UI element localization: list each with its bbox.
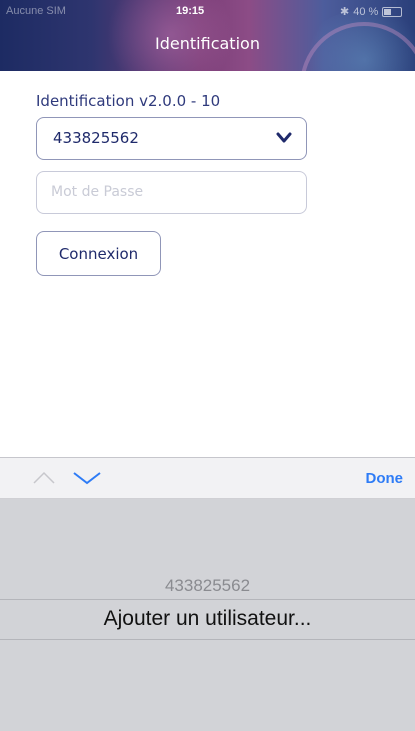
- login-button[interactable]: Connexion: [36, 231, 161, 276]
- picker-option-add-user[interactable]: Ajouter un utilisateur...: [0, 607, 415, 631]
- battery-icon: [382, 6, 403, 17]
- password-field[interactable]: Mot de Passe: [36, 171, 307, 214]
- picker-option-user[interactable]: 433825562: [0, 576, 415, 596]
- done-button[interactable]: Done: [366, 470, 404, 487]
- bluetooth-icon: ✱: [340, 6, 350, 18]
- page-title: Identification: [155, 34, 260, 53]
- picker-divider: [0, 599, 415, 600]
- header-bar: Aucune SIM 19:15 ✱ 40 % Identification: [0, 0, 415, 71]
- user-select[interactable]: 433825562: [36, 117, 307, 160]
- previous-field-icon[interactable]: [32, 470, 56, 486]
- carrier-label: Aucune SIM: [6, 5, 66, 17]
- next-field-icon[interactable]: [72, 470, 102, 486]
- user-select-value: 433825562: [53, 129, 139, 147]
- version-label: Identification v2.0.0 - 10: [36, 92, 221, 110]
- battery-percent: 40 %: [353, 5, 379, 18]
- keyboard-accessory-bar: Done: [0, 457, 415, 499]
- chevron-down-icon: [276, 132, 292, 143]
- status-time: 19:15: [176, 5, 205, 17]
- status-right: ✱ 40 %: [340, 5, 403, 18]
- picker-divider: [0, 639, 415, 640]
- password-placeholder: Mot de Passe: [51, 184, 144, 200]
